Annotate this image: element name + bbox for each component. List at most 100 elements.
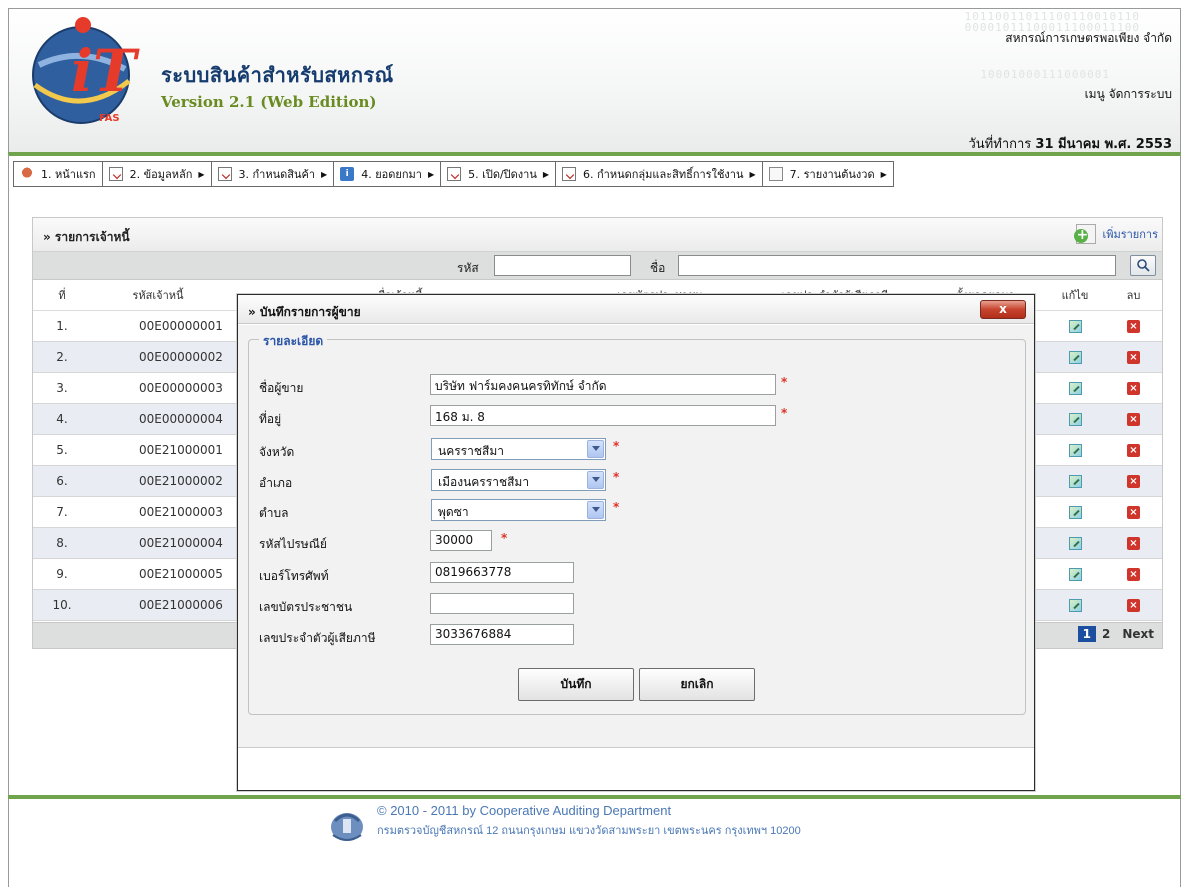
delete-icon[interactable]: × <box>1127 381 1140 395</box>
admin-menu-link[interactable]: เมนู จัดการระบบ <box>1085 85 1172 104</box>
postcode-label: รหัสไปรษณีย์ <box>259 537 327 551</box>
postcode-input[interactable]: 30000 <box>430 530 492 551</box>
district-select[interactable]: เมืองนครราชสีมา <box>431 469 606 491</box>
work-date-label: วันที่ทำการ <box>968 137 1032 152</box>
menu-item-open-close[interactable]: 5. เปิด/ปิดงาน ▶ <box>441 162 557 186</box>
edit-cell <box>1045 403 1105 435</box>
tax-id-input[interactable]: 3033676884 <box>430 624 574 645</box>
edit-icon[interactable] <box>1068 381 1082 395</box>
edit-icon[interactable] <box>1068 443 1082 457</box>
dialog-header: » บันทึกรายการผู้ขาย x <box>238 295 1034 324</box>
required-marker: * <box>781 406 788 420</box>
edit-icon[interactable] <box>1068 412 1082 426</box>
menu-item-opening-balance[interactable]: i 4. ยอดยกมา ▶ <box>334 162 442 186</box>
footer-copyright: © 2010 - 2011 by Cooperative Auditing De… <box>377 803 672 818</box>
menu-item-reports[interactable]: 7. รายงานต้นงวด ▶ <box>763 162 893 186</box>
pagination: 1 2 Next <box>1077 626 1154 642</box>
submenu-arrow-icon: ▶ <box>542 169 550 179</box>
menu-item-label: 2. ข้อมูลหลัก <box>129 168 193 181</box>
edit-icon[interactable] <box>1068 350 1082 364</box>
subdistrict-select[interactable]: พุดซา <box>431 499 606 521</box>
phone-input[interactable]: 0819663778 <box>430 562 574 583</box>
province-select[interactable]: นครราชสีมา <box>431 438 606 460</box>
district-selected-value: เมืองนครราชสีมา <box>438 475 530 489</box>
system-title: ระบบสินค้าสำหรับสหกรณ์ <box>161 63 394 87</box>
edit-icon[interactable] <box>1068 505 1082 519</box>
delete-icon[interactable]: × <box>1127 350 1140 364</box>
edit-icon[interactable] <box>1068 536 1082 550</box>
delete-icon[interactable]: × <box>1127 567 1140 581</box>
creditor-code: 00E21000004 <box>91 527 225 559</box>
submenu-arrow-icon: ▶ <box>198 169 205 179</box>
search-code-input[interactable] <box>494 255 631 276</box>
delete-icon[interactable]: × <box>1127 598 1140 612</box>
menu-item-label: 1. หน้าแรก <box>41 168 96 181</box>
column-header: รหัสเจ้าหนี้ <box>91 280 225 311</box>
delete-icon[interactable]: × <box>1127 412 1140 426</box>
required-marker: * <box>501 531 508 545</box>
id-card-input[interactable] <box>430 593 574 614</box>
dialog-body: รายละเอียด ชื่อผู้ขาย บริษัท ฟาร์มคงคนคร… <box>238 325 1034 748</box>
add-icon <box>1074 224 1097 244</box>
page-icon <box>768 167 783 181</box>
department-seal-icon <box>331 813 363 841</box>
close-dialog-button[interactable]: x <box>980 300 1026 319</box>
add-item-button[interactable]: เพิ่มรายการ <box>1074 224 1158 244</box>
creditor-code: 00E21000003 <box>91 496 225 528</box>
row-number: 2. <box>33 341 91 373</box>
save-button[interactable]: บันทึก <box>518 668 634 701</box>
submenu-arrow-icon: ▶ <box>880 169 887 179</box>
cancel-button[interactable]: ยกเลิก <box>639 668 755 701</box>
row-number: 7. <box>33 496 91 528</box>
panel-header: » รายการเจ้าหนี้ เพิ่มรายการ <box>33 218 1162 252</box>
menu-item-products[interactable]: 3. กำหนดสินค้า ▶ <box>212 162 335 186</box>
row-number: 5. <box>33 434 91 466</box>
delete-cell: × <box>1105 527 1162 559</box>
delete-icon[interactable]: × <box>1127 536 1140 550</box>
district-label: อำเภอ <box>259 476 293 490</box>
vendor-entry-dialog: » บันทึกรายการผู้ขาย x รายละเอียด ชื่อผู… <box>237 294 1035 791</box>
system-version: Version 2.1 (Web Edition) <box>161 93 377 111</box>
footer-address: กรมตรวจบัญชีสหกรณ์ 12 ถนนกรุงเกษม แขวงวั… <box>377 825 801 837</box>
menu-item-master-data[interactable]: 2. ข้อมูลหลัก ▶ <box>103 162 212 186</box>
menu-item-groups-permissions[interactable]: 6. กำหนดกลุ่มและสิทธิ์การใช้งาน ▶ <box>556 162 763 186</box>
submenu-arrow-icon: ▶ <box>427 169 435 179</box>
page-link[interactable]: 2 <box>1102 627 1110 641</box>
edit-icon[interactable] <box>1068 598 1082 612</box>
chevron-down-icon <box>587 501 604 519</box>
search-icon <box>1137 259 1150 272</box>
delete-cell: × <box>1105 558 1162 590</box>
address-input[interactable]: 168 ม. 8 <box>430 405 776 426</box>
delete-icon[interactable]: × <box>1127 505 1140 519</box>
required-marker: * <box>781 375 788 389</box>
menu-item-label: 6. กำหนดกลุ่มและสิทธิ์การใช้งาน <box>583 168 744 181</box>
checklist-icon <box>447 167 462 181</box>
next-page-link[interactable]: Next <box>1122 627 1154 641</box>
search-name-input[interactable] <box>678 255 1116 276</box>
creditor-code: 00E21000001 <box>91 434 225 466</box>
vendor-name-input[interactable]: บริษัท ฟาร์มคงคนครทิทักษ์ จำกัด <box>430 374 776 395</box>
province-label: จังหวัด <box>259 445 295 459</box>
page-frame-left <box>8 192 9 795</box>
edit-icon[interactable] <box>1068 567 1082 581</box>
edit-cell <box>1045 527 1105 559</box>
subdistrict-label: ตำบล <box>259 506 289 520</box>
edit-icon[interactable] <box>1068 474 1082 488</box>
page-current[interactable]: 1 <box>1077 626 1096 642</box>
edit-icon[interactable] <box>1068 319 1082 333</box>
edit-cell <box>1045 310 1105 342</box>
row-number: 6. <box>33 465 91 497</box>
row-number: 10. <box>33 589 91 621</box>
delete-cell: × <box>1105 403 1162 435</box>
edit-cell <box>1045 434 1105 466</box>
creditor-code: 00E00000004 <box>91 403 225 435</box>
delete-icon[interactable]: × <box>1127 443 1140 457</box>
fieldset-legend: รายละเอียด <box>259 332 328 351</box>
delete-icon[interactable]: × <box>1127 474 1140 488</box>
menu-item-home[interactable]: 1. หน้าแรก <box>14 162 103 186</box>
binary-decoration: 10001000111000001 <box>980 68 1110 81</box>
delete-icon[interactable]: × <box>1127 319 1140 333</box>
search-button[interactable] <box>1130 255 1156 276</box>
required-marker: * <box>613 439 620 453</box>
creditor-code: 00E00000001 <box>91 310 225 342</box>
